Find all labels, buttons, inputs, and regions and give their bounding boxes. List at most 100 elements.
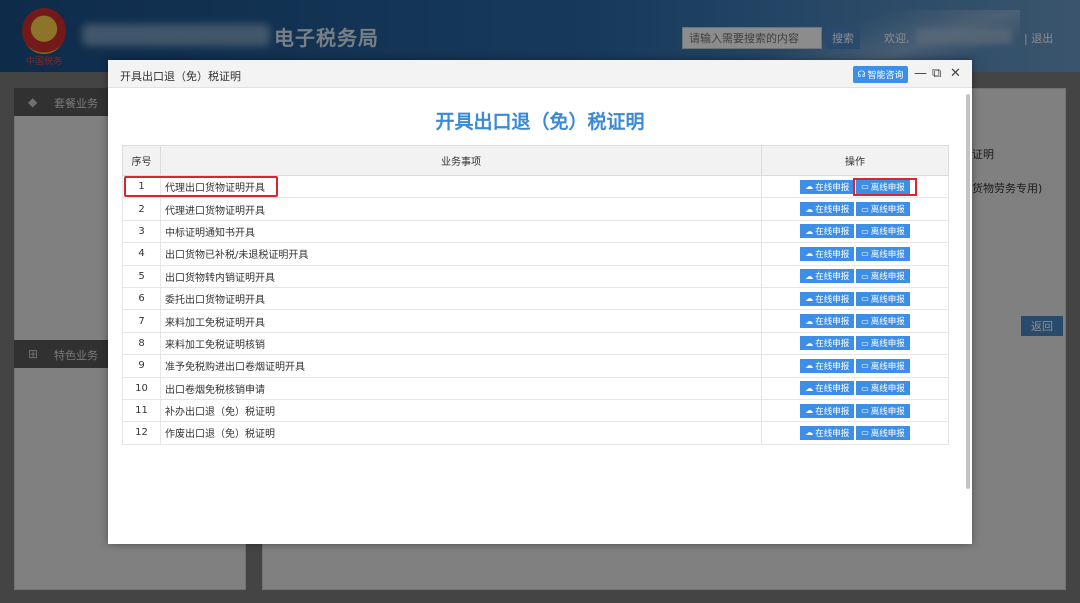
row-seq: 5 bbox=[122, 265, 161, 288]
cloud-upload-icon: ☁ bbox=[805, 182, 814, 192]
headset-icon: ☊ bbox=[857, 69, 866, 80]
offline-label: 离线申报 bbox=[870, 428, 905, 439]
maximize-icon[interactable]: ⧉ bbox=[932, 66, 941, 82]
online-label: 在线申报 bbox=[815, 272, 850, 283]
offline-declare-button[interactable]: ▭ 离线申报 bbox=[856, 224, 910, 239]
offline-declare-button[interactable]: ▭ 离线申报 bbox=[856, 314, 910, 329]
column-header-seq: 序号 bbox=[122, 145, 161, 176]
offline-label: 离线申报 bbox=[870, 249, 905, 260]
laptop-icon: ▭ bbox=[861, 383, 869, 393]
row-item-name: 准予免税购进出口卷烟证明开具 bbox=[160, 354, 762, 378]
offline-label: 离线申报 bbox=[870, 384, 905, 395]
offline-declare-button[interactable]: ▭ 离线申报 bbox=[856, 403, 910, 418]
row-ops: ☁ 在线申报 ▭ 离线申报 bbox=[761, 421, 949, 445]
offline-label: 离线申报 bbox=[870, 339, 905, 350]
cloud-upload-icon: ☁ bbox=[805, 294, 814, 304]
row-ops: ☁ 在线申报 ▭ 离线申报 bbox=[761, 377, 949, 400]
modal-window-title: 开具出口退（免）税证明 bbox=[120, 70, 241, 83]
row-ops: ☁ 在线申报 ▭ 离线申报 bbox=[761, 265, 949, 288]
online-declare-button[interactable]: ☁ 在线申报 bbox=[800, 425, 855, 440]
row-item-name: 来料加工免税证明开具 bbox=[160, 309, 762, 333]
online-label: 在线申报 bbox=[815, 205, 850, 216]
row-seq: 2 bbox=[122, 197, 161, 221]
row-ops: ☁ 在线申报 ▭ 离线申报 bbox=[761, 287, 949, 311]
offline-declare-button[interactable]: ▭ 离线申报 bbox=[856, 425, 910, 440]
offline-declare-button[interactable]: ▭ 离线申报 bbox=[856, 358, 910, 373]
column-header-ops: 操作 bbox=[761, 145, 949, 176]
online-declare-button[interactable]: ☁ 在线申报 bbox=[800, 179, 855, 194]
laptop-icon: ▭ bbox=[861, 406, 869, 416]
table-row: 3 中标证明通知书开具 ☁ 在线申报 ▭ 离线申报 bbox=[122, 220, 949, 244]
online-declare-button[interactable]: ☁ 在线申报 bbox=[800, 314, 855, 329]
row-ops: ☁ 在线申报 ▭ 离线申报 bbox=[761, 242, 949, 266]
online-declare-button[interactable]: ☁ 在线申报 bbox=[800, 246, 855, 261]
row-seq: 9 bbox=[122, 354, 161, 378]
online-declare-button[interactable]: ☁ 在线申报 bbox=[800, 381, 855, 396]
offline-label: 离线申报 bbox=[870, 205, 905, 216]
row-item-name: 中标证明通知书开具 bbox=[160, 220, 762, 244]
laptop-icon: ▭ bbox=[861, 294, 869, 304]
scrollbar[interactable] bbox=[966, 94, 970, 489]
table-row: 11 补办出口退（免）税证明 ☁ 在线申报 ▭ 离线申报 bbox=[122, 399, 949, 423]
online-declare-button[interactable]: ☁ 在线申报 bbox=[800, 336, 855, 351]
offline-declare-button[interactable]: ▭ 离线申报 bbox=[856, 381, 910, 396]
offline-declare-button[interactable]: ▭ 离线申报 bbox=[856, 291, 910, 306]
close-icon[interactable]: ✕ bbox=[950, 66, 961, 82]
online-label: 在线申报 bbox=[815, 361, 850, 372]
online-declare-button[interactable]: ☁ 在线申报 bbox=[800, 269, 855, 284]
laptop-icon: ▭ bbox=[861, 428, 869, 438]
table-row: 4 出口货物已补税/未退税证明开具 ☁ 在线申报 ▭ 离线申报 bbox=[122, 242, 949, 266]
laptop-icon: ▭ bbox=[861, 361, 869, 371]
cloud-upload-icon: ☁ bbox=[805, 406, 814, 416]
offline-label: 离线申报 bbox=[870, 294, 905, 305]
table-row: 2 代理进口货物证明开具 ☁ 在线申报 ▭ 离线申报 bbox=[122, 197, 949, 221]
highlight-box-row-1 bbox=[124, 176, 278, 197]
laptop-icon: ▭ bbox=[861, 249, 869, 259]
row-seq: 8 bbox=[122, 332, 161, 356]
laptop-icon: ▭ bbox=[861, 316, 869, 326]
table-row: 12 作废出口退（免）税证明 ☁ 在线申报 ▭ 离线申报 bbox=[122, 421, 949, 445]
online-label: 在线申报 bbox=[815, 317, 850, 328]
laptop-icon: ▭ bbox=[861, 271, 869, 281]
minimize-icon[interactable]: — bbox=[914, 66, 927, 82]
cloud-upload-icon: ☁ bbox=[805, 383, 814, 393]
row-ops: ☁ 在线申报 ▭ 离线申报 bbox=[761, 354, 949, 378]
row-seq: 6 bbox=[122, 287, 161, 311]
row-seq: 12 bbox=[122, 421, 161, 445]
row-ops: ☁ 在线申报 ▭ 离线申报 bbox=[761, 399, 949, 423]
row-seq: 7 bbox=[122, 309, 161, 333]
row-ops: ☁ 在线申报 ▭ 离线申报 bbox=[761, 220, 949, 244]
table-row: 7 来料加工免税证明开具 ☁ 在线申报 ▭ 离线申报 bbox=[122, 309, 949, 333]
cloud-upload-icon: ☁ bbox=[805, 428, 814, 438]
row-item-name: 出口卷烟免税核销申请 bbox=[160, 377, 762, 400]
modal-heading: 开具出口退（免）税证明 bbox=[435, 111, 645, 133]
row-item-name: 补办出口退（免）税证明 bbox=[160, 399, 762, 423]
row-seq: 10 bbox=[122, 377, 161, 400]
online-declare-button[interactable]: ☁ 在线申报 bbox=[800, 291, 855, 306]
modal-dialog: 开具出口退（免）税证明 ☊ 智能咨询 — ⧉ ✕ 开具出口退（免）税证明 序号 … bbox=[108, 60, 972, 544]
online-declare-button[interactable]: ☁ 在线申报 bbox=[800, 202, 855, 217]
consult-label: 智能咨询 bbox=[867, 71, 904, 81]
highlight-box-offline-button bbox=[853, 178, 917, 196]
row-item-name: 代理进口货物证明开具 bbox=[160, 197, 762, 221]
online-declare-button[interactable]: ☁ 在线申报 bbox=[800, 224, 855, 239]
table-row: 10 出口卷烟免税核销申请 ☁ 在线申报 ▭ 离线申报 bbox=[122, 377, 949, 400]
cloud-upload-icon: ☁ bbox=[805, 361, 814, 371]
row-seq: 3 bbox=[122, 220, 161, 244]
online-declare-button[interactable]: ☁ 在线申报 bbox=[800, 358, 855, 373]
cloud-upload-icon: ☁ bbox=[805, 226, 814, 236]
table-header-row: 序号 业务事项 操作 bbox=[122, 145, 949, 176]
offline-declare-button[interactable]: ▭ 离线申报 bbox=[856, 246, 910, 261]
online-label: 在线申报 bbox=[815, 384, 850, 395]
cloud-upload-icon: ☁ bbox=[805, 316, 814, 326]
online-declare-button[interactable]: ☁ 在线申报 bbox=[800, 403, 855, 418]
online-label: 在线申报 bbox=[815, 428, 850, 439]
offline-declare-button[interactable]: ▭ 离线申报 bbox=[856, 202, 910, 217]
cloud-upload-icon: ☁ bbox=[805, 204, 814, 214]
laptop-icon: ▭ bbox=[861, 204, 869, 214]
smart-consult-button[interactable]: ☊ 智能咨询 bbox=[853, 66, 908, 83]
offline-declare-button[interactable]: ▭ 离线申报 bbox=[856, 336, 910, 351]
table-row: 8 来料加工免税证明核销 ☁ 在线申报 ▭ 离线申报 bbox=[122, 332, 949, 356]
cloud-upload-icon: ☁ bbox=[805, 338, 814, 348]
offline-declare-button[interactable]: ▭ 离线申报 bbox=[856, 269, 910, 284]
